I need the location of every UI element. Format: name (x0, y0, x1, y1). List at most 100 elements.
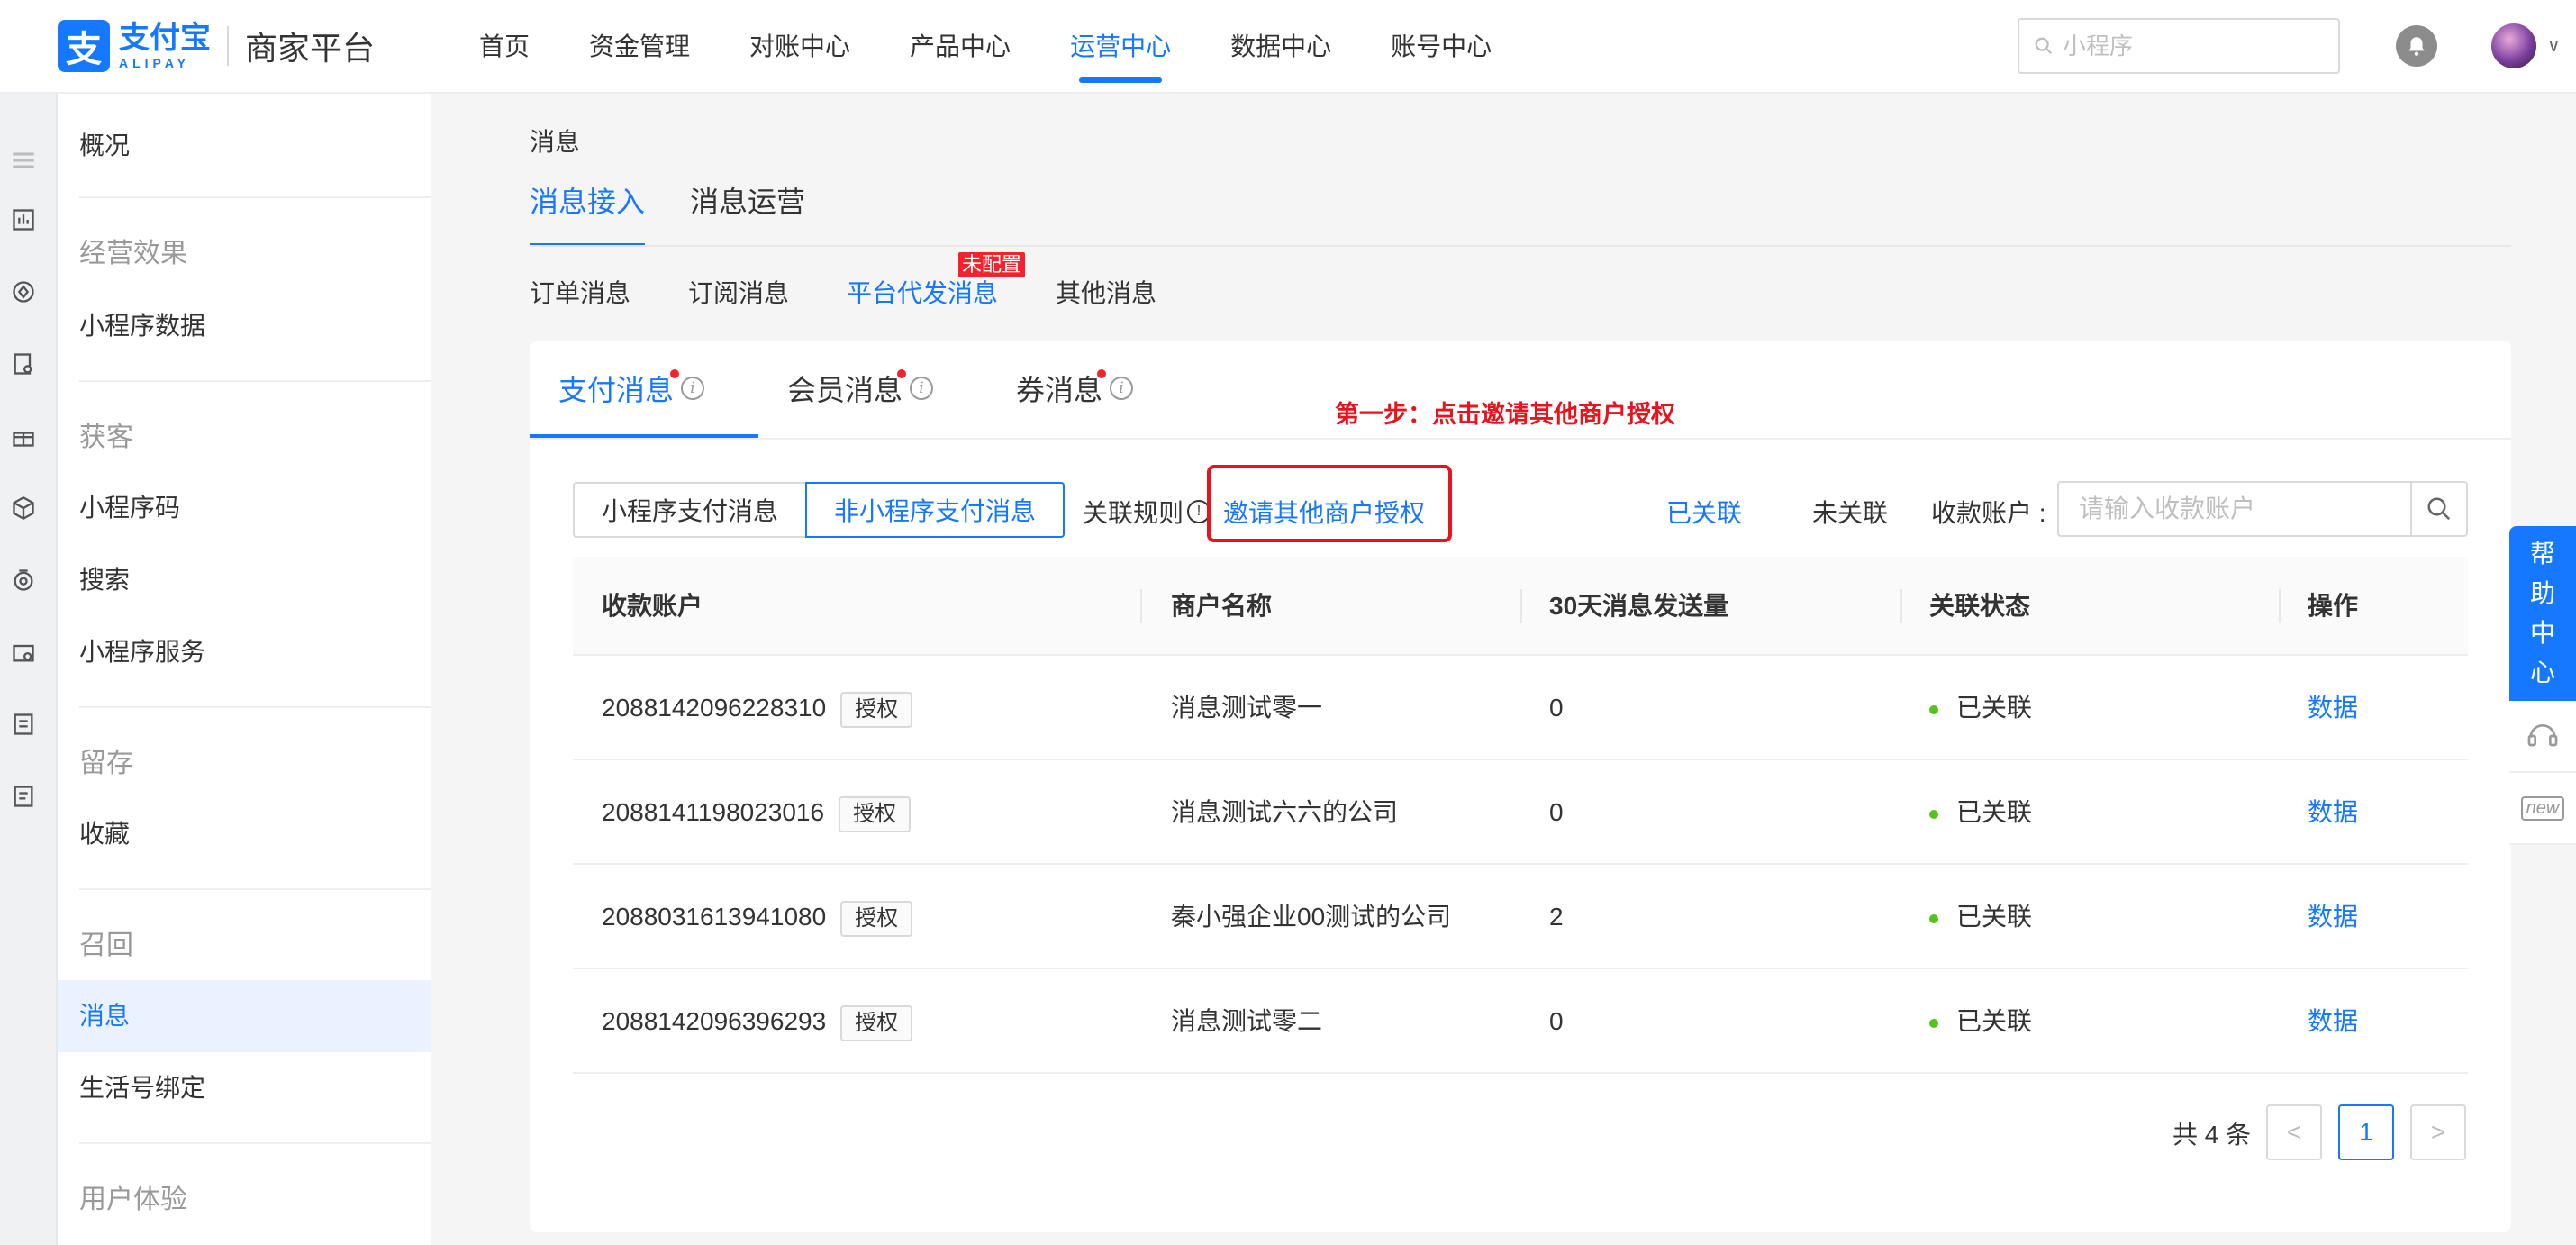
tab-coupon-label: 券消息 (1016, 374, 1103, 406)
sidebar-group-title: 用户体验 (79, 1185, 187, 1214)
tab-member-messages[interactable]: 会员消息 i (787, 368, 934, 409)
secondary-tabs: 订单消息 订阅消息 平台代发消息 其他消息 (530, 270, 1214, 317)
customer-service-icon[interactable] (2509, 701, 2576, 773)
status-dot (1929, 913, 1938, 923)
list-icon[interactable] (11, 712, 36, 737)
nav-data[interactable]: 数据中心 (1230, 0, 1331, 94)
sidebar-divider (79, 1142, 431, 1144)
account-search-button[interactable] (2410, 481, 2468, 537)
page-1-button[interactable]: 1 (2338, 1104, 2394, 1160)
top-search-input[interactable] (2063, 32, 2315, 60)
filter-unlinked[interactable]: 未关联 (1812, 494, 1888, 530)
nav-operations[interactable]: 运营中心 (1070, 0, 1171, 94)
help-char: 助 (2529, 579, 2555, 607)
account-input[interactable] (2057, 481, 2414, 537)
invite-merchant-link[interactable]: 邀请其他商户授权 (1223, 494, 1425, 530)
table-row: 2088031613941080 授权 秦小强企业00测试的公司 2 已关联 数据 (573, 865, 2468, 969)
authorize-button[interactable]: 授权 (840, 691, 913, 728)
alipay-logo[interactable]: 支 支付宝 ALIPAY 商家平台 (58, 20, 375, 72)
filter-linked[interactable]: 已关联 (1666, 494, 1742, 530)
chart-icon[interactable] (11, 207, 36, 232)
chevron-down-icon[interactable]: ∨ (2547, 34, 2561, 57)
tab-coupon-messages[interactable]: 券消息 i (1016, 368, 1134, 409)
tab-order-messages[interactable]: 订单消息 (530, 270, 630, 317)
badge-icon[interactable] (11, 568, 36, 593)
new-feature-icon[interactable]: new (2509, 773, 2576, 845)
nav-home[interactable]: 首页 (479, 0, 530, 94)
account-label: 收款账户 : (1931, 499, 2046, 527)
tab-message-operation[interactable]: 消息运营 (690, 175, 805, 247)
menu-icon[interactable] (11, 148, 36, 173)
data-link[interactable]: 数据 (2308, 656, 2358, 760)
sidebar-item-favorites[interactable]: 收藏 (58, 798, 431, 870)
tabs-divider (530, 245, 2511, 247)
sidebar-item-miniapp-service[interactable]: 小程序服务 (58, 616, 431, 688)
authorize-button[interactable]: 授权 (840, 1004, 913, 1041)
sidebar-item-messages[interactable]: 消息 (58, 980, 431, 1052)
sidebar-item-search[interactable]: 搜索 (58, 544, 431, 616)
sidebar-item-lifeaccount-binding[interactable]: 生活号绑定 (58, 1052, 431, 1124)
association-rule[interactable]: 关联规则 ! (1083, 494, 1211, 530)
red-dot (670, 369, 679, 378)
info-icon[interactable]: i (1110, 377, 1134, 400)
sidebar-item-miniapp-code[interactable]: 小程序码 (58, 472, 431, 544)
tab-payment-label: 支付消息 (558, 374, 675, 406)
unconfigured-badge: 未配置 (958, 252, 1026, 277)
avatar[interactable] (2491, 23, 2536, 68)
cell-msg-count: 0 (1549, 694, 1564, 722)
status-dot (1929, 704, 1938, 714)
tab-payment-messages[interactable]: 支付消息 i (558, 368, 705, 409)
compass-icon[interactable] (11, 279, 36, 304)
red-dot (897, 369, 906, 378)
logo-divider (227, 26, 229, 66)
help-center-button[interactable]: 帮 助 中 心 (2509, 526, 2576, 701)
top-nav: 首页 资金管理 对账中心 产品中心 运营中心 数据中心 账号中心 (479, 0, 1551, 94)
search-icon (2427, 497, 2451, 521)
search-icon (2035, 37, 2053, 55)
document-icon[interactable] (11, 351, 36, 377)
sidebar-divider (79, 706, 431, 708)
cell-account: 2088142096228310 授权 (602, 656, 913, 760)
account-number: 2088031613941080 (602, 903, 827, 931)
new-feature-label: new (2520, 795, 2565, 821)
tab-subscription-messages[interactable]: 订阅消息 (688, 270, 789, 317)
next-page-button[interactable]: > (2410, 1104, 2466, 1160)
cube-icon[interactable] (11, 495, 36, 521)
top-bar: 支 支付宝 ALIPAY 商家平台 首页 资金管理 对账中心 产品中心 运营中心… (0, 0, 2576, 94)
data-link[interactable]: 数据 (2308, 760, 2358, 865)
authorize-button[interactable]: 授权 (840, 900, 913, 937)
tab-message-access[interactable]: 消息接入 (530, 175, 646, 247)
data-link[interactable]: 数据 (2308, 865, 2358, 969)
sidebar-item-overview[interactable]: 概况 (58, 110, 431, 182)
sidebar-group-title: 召回 (79, 931, 133, 960)
cell-msg-count: 2 (1549, 903, 1564, 931)
step-annotation: 第一步：点击邀请其他商户授权 (1335, 401, 1675, 428)
cell-msg-count: 0 (1549, 1007, 1564, 1035)
nav-account[interactable]: 账号中心 (1391, 0, 1492, 94)
status-dot (1929, 809, 1938, 819)
gift-icon[interactable] (11, 423, 36, 449)
nav-reconciliation[interactable]: 对账中心 (749, 0, 850, 94)
col-merchant: 商户名称 (1171, 592, 1273, 620)
pagination-total: 共 4 条 (2172, 1121, 2252, 1149)
info-icon[interactable]: i (681, 377, 705, 400)
prev-page-button[interactable]: < (2266, 1104, 2322, 1160)
info-icon[interactable]: i (910, 377, 934, 400)
col-separator (1900, 589, 1902, 623)
segment-non-miniapp-payment[interactable]: 非小程序支付消息 (805, 482, 1065, 538)
sidebar-item-miniapp-data[interactable]: 小程序数据 (58, 290, 431, 362)
segment-miniapp-payment[interactable]: 小程序支付消息 (573, 482, 807, 538)
notes-icon[interactable] (11, 784, 36, 809)
bell-icon[interactable] (2396, 25, 2437, 67)
tab-other-messages[interactable]: 其他消息 (1056, 270, 1156, 317)
wallet-icon[interactable] (11, 640, 36, 665)
sidebar: 概况 经营效果 小程序数据 获客 小程序码 搜索 小程序服务 留存 收藏 召回 … (58, 94, 431, 1245)
nav-products[interactable]: 产品中心 (910, 0, 1011, 94)
logo-en: ALIPAY (119, 56, 191, 70)
data-link[interactable]: 数据 (2308, 969, 2358, 1074)
cell-status: 已关联 (1929, 656, 2032, 760)
cell-merchant: 消息测试零一 (1171, 694, 1323, 722)
authorize-button[interactable]: 授权 (839, 795, 912, 832)
nav-funds[interactable]: 资金管理 (589, 0, 690, 94)
table-row: 2088142096228310 授权 消息测试零一 0 已关联 数据 (573, 656, 2468, 760)
